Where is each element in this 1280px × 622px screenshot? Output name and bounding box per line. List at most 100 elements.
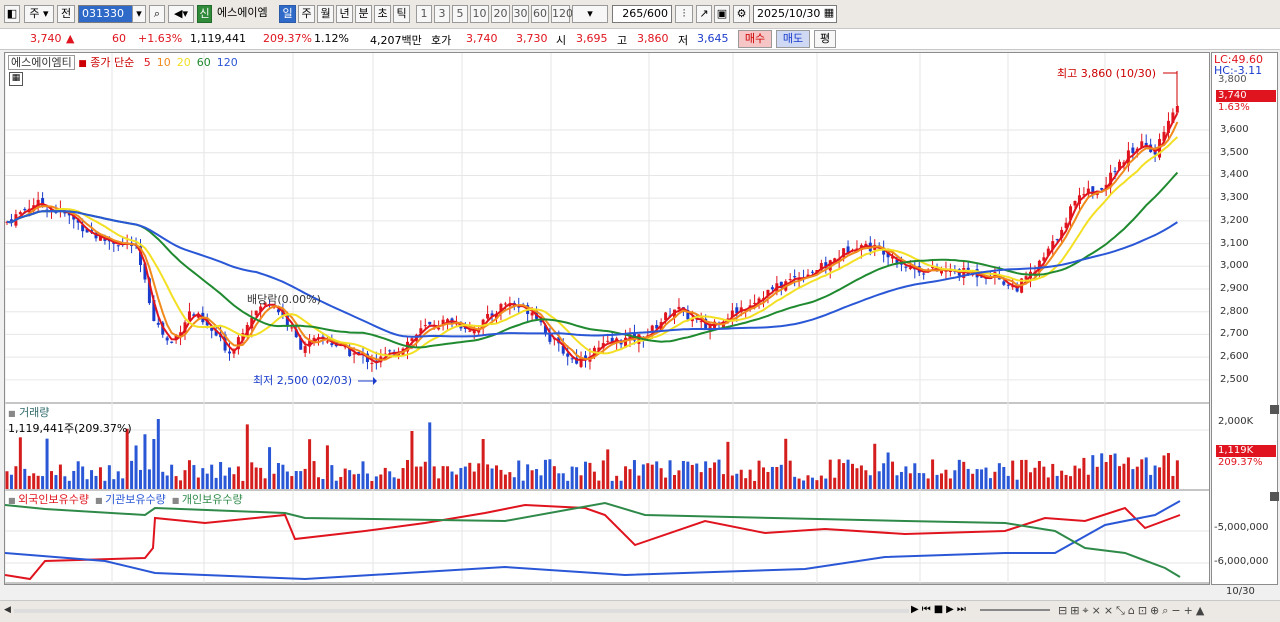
search-icon[interactable]: ⌕ [149, 5, 165, 23]
gear-icon[interactable]: ⚙ [733, 5, 750, 23]
scroll-left-icon[interactable]: ◀ [4, 605, 11, 615]
volume-bar-40 [183, 470, 187, 489]
volume-bar-64 [290, 476, 294, 489]
period-tab-6[interactable]: 틱 [393, 5, 410, 23]
volume-bar-171 [766, 471, 770, 489]
stock-name-label[interactable]: 에스에이엠티 [8, 55, 75, 70]
y-axis: LC:49.60 HC:-3.11 3,800 3,740 1.63% 3,60… [1211, 52, 1279, 597]
period-tab-5[interactable]: 초 [374, 5, 391, 23]
volume-bar-198 [886, 452, 890, 489]
volume-bar-221 [988, 478, 992, 489]
period-tab-0[interactable]: 일 [279, 5, 296, 23]
toolbar: ◧ 주 ▾ 전 031330 ▾ ⌕ ◀▾ 신 에스에이엠 일주월년분초틱 13… [0, 0, 1280, 29]
volume-bar-56 [254, 467, 258, 489]
volume-bar-168 [753, 480, 757, 489]
candle-type-icon[interactable]: ⫶ [675, 5, 693, 23]
chart-tools-icons[interactable]: ⊟⊞⌖⨯⨯⤡⌂⊡⊕⌕−+▲ [1058, 604, 1207, 618]
period-tab-1[interactable]: 주 [298, 5, 315, 23]
period-tab-2[interactable]: 월 [317, 5, 334, 23]
draw-tool-icon[interactable]: ↗ [696, 5, 712, 23]
speaker-icon[interactable]: ◀▾ [168, 5, 194, 23]
volume-bar-29 [134, 445, 138, 489]
volume-bar-166 [744, 478, 748, 489]
market-select[interactable]: 주 ▾ [24, 5, 54, 23]
volume-bar-10 [50, 471, 53, 489]
volume-bar-132 [592, 471, 596, 489]
sell-button[interactable]: 매도 [776, 30, 810, 48]
volume-bar-60 [272, 473, 276, 489]
volume-bar-251 [1122, 463, 1126, 489]
period-tab-4[interactable]: 분 [355, 5, 372, 23]
y-tick-5: 3,100 [1220, 237, 1249, 249]
volume-bar-97 [437, 478, 441, 489]
volume-bar-200 [895, 475, 899, 489]
candle-body-135 [606, 340, 610, 342]
candle-body-206 [922, 273, 926, 275]
volume-bar-149 [668, 460, 672, 489]
volume-bar-27 [125, 428, 129, 489]
bid-price: 3,730 [516, 32, 548, 45]
volume-bar-180 [806, 475, 810, 489]
volume-bar-230 [1029, 472, 1032, 489]
volume-bar-154 [690, 464, 694, 489]
playback-controls[interactable]: ▶⏮■▶⏭ [911, 604, 969, 615]
volume-bar-26 [121, 478, 125, 489]
dividend-annotation: 배당락(0.00%) [247, 293, 321, 306]
interval-button-2[interactable]: 5 [452, 5, 468, 23]
buy-button[interactable]: 매수 [738, 30, 772, 48]
volume-bar-204 [913, 463, 917, 489]
interval-button-5[interactable]: 30 [512, 5, 529, 23]
volume-bar-52 [236, 466, 240, 489]
volume-bar-39 [179, 480, 183, 489]
count-input[interactable]: 265/600 [612, 5, 672, 23]
volume-bar-155 [695, 463, 699, 489]
volume-bar-210 [940, 473, 943, 489]
interval-button-6[interactable]: 60 [531, 5, 549, 23]
volume-bar-114 [512, 477, 516, 489]
volume-bar-122 [548, 459, 552, 489]
volume-bar-54 [245, 424, 249, 489]
interval-button-0[interactable]: 1 [416, 5, 432, 23]
volume-bar-254 [1135, 466, 1139, 489]
candle-body-94 [423, 325, 427, 327]
interval-button-3[interactable]: 10 [470, 5, 489, 23]
volume-bar-176 [788, 460, 792, 489]
volume-bar-159 [713, 462, 717, 489]
turnover-rate: 1.12% [314, 32, 349, 45]
chart-area[interactable]: 최고 3,860 (10/30) 최저 2,500 (02/03) 배당락(0.00… [4, 52, 1210, 585]
volume-bar-6 [32, 473, 36, 489]
volume-bar-87 [392, 477, 396, 489]
high-label: 고 [617, 34, 628, 47]
table-icon[interactable]: ▦ [9, 72, 23, 86]
calendar-icon[interactable]: ▦ [821, 5, 837, 23]
volume-bar-117 [526, 464, 530, 489]
volume-tick: 2,000K [1218, 416, 1254, 427]
save-icon[interactable]: ▣ [714, 5, 730, 23]
eval-button[interactable]: 평 [814, 30, 836, 48]
volume-bar-28 [130, 460, 134, 489]
volume-bar-11 [54, 475, 58, 489]
scrollbar-track[interactable] [14, 609, 909, 613]
period-tab-3[interactable]: 년 [336, 5, 353, 23]
volume-bar-243 [1086, 474, 1090, 489]
volume-bar-169 [757, 460, 761, 489]
volume-bar-108 [486, 464, 490, 489]
ma-line-5 [6, 112, 1179, 364]
chart-menu-icon[interactable]: ◧ [4, 5, 20, 23]
code-dropdown-icon[interactable]: ▾ [132, 5, 146, 23]
volume-close-icon[interactable] [1270, 405, 1279, 414]
interval-button-4[interactable]: 20 [491, 5, 510, 23]
interval-button-7[interactable]: 120 [551, 5, 573, 23]
high-price: 3,860 [637, 32, 669, 45]
volume-bar-124 [557, 473, 561, 489]
zoom-slider[interactable] [980, 609, 1050, 611]
candle-body-50 [228, 351, 231, 354]
prev-button[interactable]: 전 [57, 5, 75, 23]
candle-body-4 [23, 209, 27, 211]
volume-bar-18 [85, 479, 89, 489]
interval-button-1[interactable]: 3 [434, 5, 450, 23]
interval-dropdown[interactable]: ▾ [572, 5, 608, 23]
holdings-close-icon[interactable] [1270, 492, 1279, 501]
volume-bar-36 [165, 475, 169, 489]
candle-body-112 [503, 303, 507, 305]
